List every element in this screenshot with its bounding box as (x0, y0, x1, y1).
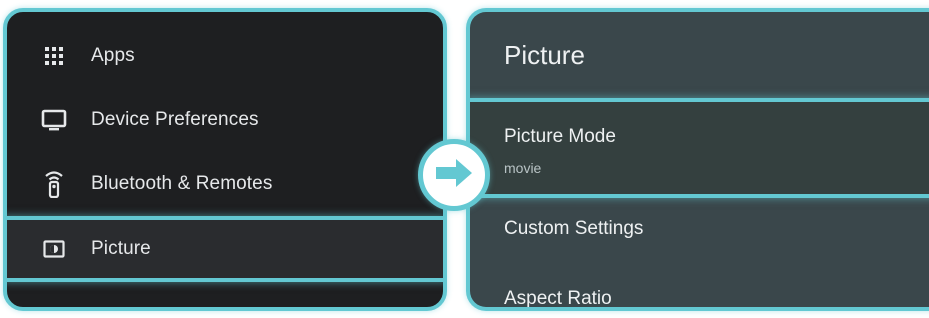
setting-label: Picture Mode (504, 126, 616, 147)
setting-picture-mode[interactable]: Picture Mode movie (470, 98, 929, 198)
panel-title: Picture (504, 40, 585, 70)
monitor-icon (41, 107, 67, 133)
menu-item-picture[interactable]: Picture (7, 216, 443, 282)
arrow-indicator (418, 139, 490, 211)
apps-grid-icon (41, 43, 67, 69)
menu-item-bluetooth-remotes[interactable]: Bluetooth & Remotes (7, 152, 443, 216)
setting-custom-settings[interactable]: Custom Settings (504, 218, 643, 240)
remote-icon (41, 171, 67, 198)
setting-value: movie (504, 160, 542, 176)
settings-menu-panel: Apps Device Preferences Bluetooth & Remo… (3, 8, 447, 311)
menu-item-device-preferences[interactable]: Device Preferences (7, 88, 443, 152)
menu-item-label: Apps (91, 45, 135, 66)
setting-aspect-ratio[interactable]: Aspect Ratio (504, 288, 612, 307)
menu-item-label: Bluetooth & Remotes (91, 173, 273, 194)
picture-icon (41, 236, 67, 262)
menu-item-label: Device Preferences (91, 109, 259, 130)
menu-item-label: Picture (91, 238, 151, 259)
picture-settings-panel: Picture Picture Mode movie Custom Settin… (466, 8, 929, 311)
arrow-right-icon (432, 156, 476, 195)
menu-item-apps[interactable]: Apps (7, 24, 443, 88)
